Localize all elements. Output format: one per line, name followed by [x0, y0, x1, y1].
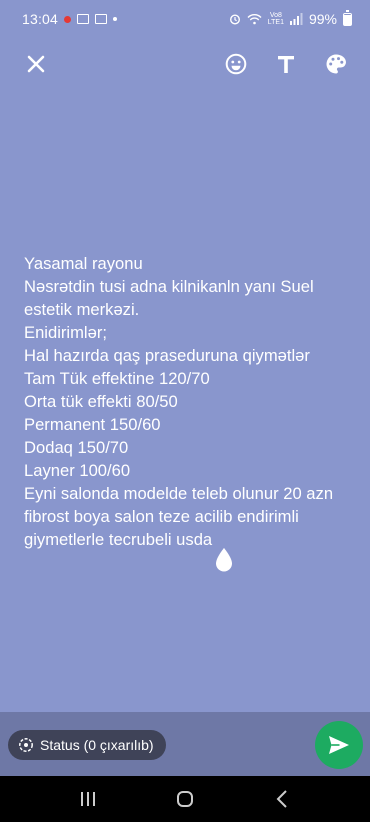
privacy-icon: [19, 738, 33, 752]
close-icon: [27, 55, 45, 73]
cursor-handle[interactable]: [214, 547, 234, 573]
lte-label: LTE1: [267, 19, 284, 26]
text-line: Eyni salonda modelde teleb olunur 20 azn…: [24, 484, 338, 549]
system-status-bar: 13:04 Vo8 LTE1 99%: [0, 0, 370, 38]
signal-icon: [289, 13, 303, 25]
battery-icon: [343, 9, 352, 26]
calendar-notification-icon: [95, 14, 108, 24]
back-button[interactable]: [262, 779, 302, 819]
gallery-notification-icon: [77, 14, 90, 24]
text-style-button[interactable]: [272, 50, 300, 78]
wifi-icon: [247, 14, 262, 25]
background-color-button[interactable]: [322, 50, 350, 78]
text-line: Yasamal rayonu: [24, 254, 143, 273]
text-line: Hal hazırda qaş praseduruna qiymətlər: [24, 346, 310, 365]
toolbar-right: [222, 50, 350, 78]
text-icon: [278, 56, 294, 73]
text-line: Orta tük effekti 80/50: [24, 392, 178, 411]
status-chip-label: Status (0 çıxarılıb): [40, 737, 154, 753]
network-type: Vo8 LTE1: [268, 12, 284, 26]
volte-label: Vo8: [269, 12, 282, 19]
recent-apps-button[interactable]: [68, 779, 108, 819]
send-icon: [329, 736, 349, 754]
battery-percent: 99%: [308, 11, 337, 27]
text-line: Tam Tük effektine 120/70: [24, 369, 210, 388]
text-line: Enidirimlər;: [24, 323, 107, 342]
text-line: Layner 100/60: [24, 461, 131, 480]
editor-toolbar: [0, 38, 370, 90]
home-icon: [176, 791, 193, 807]
text-line: Permanent 150/60: [24, 415, 161, 434]
system-navigation-bar: [0, 776, 370, 822]
more-notifications-icon: [113, 17, 118, 21]
status-text-body[interactable]: Yasamal rayonu Nəsrətdin tusi adna kilni…: [24, 252, 354, 551]
home-button[interactable]: [165, 779, 205, 819]
status-privacy-chip[interactable]: Status (0 çıxarılıb): [8, 730, 166, 760]
text-line: Nəsrətdin tusi adna kilnikanln yanı Suel…: [24, 277, 319, 319]
recording-icon: [64, 15, 72, 23]
emoji-icon: [225, 53, 247, 75]
close-button[interactable]: [22, 50, 50, 78]
back-icon: [276, 790, 287, 808]
recent-apps-icon: [81, 792, 96, 806]
palette-icon: [326, 54, 346, 74]
text-line: Dodaq 150/70: [24, 438, 129, 457]
status-bar-left: 13:04: [22, 11, 118, 27]
emoji-button[interactable]: [222, 50, 250, 78]
clock: 13:04: [22, 11, 59, 27]
status-bar-right: Vo8 LTE1 99%: [229, 9, 352, 27]
alarm-icon: [229, 14, 240, 25]
send-button[interactable]: [315, 721, 363, 769]
text-cursor-handle-icon: [216, 548, 232, 572]
